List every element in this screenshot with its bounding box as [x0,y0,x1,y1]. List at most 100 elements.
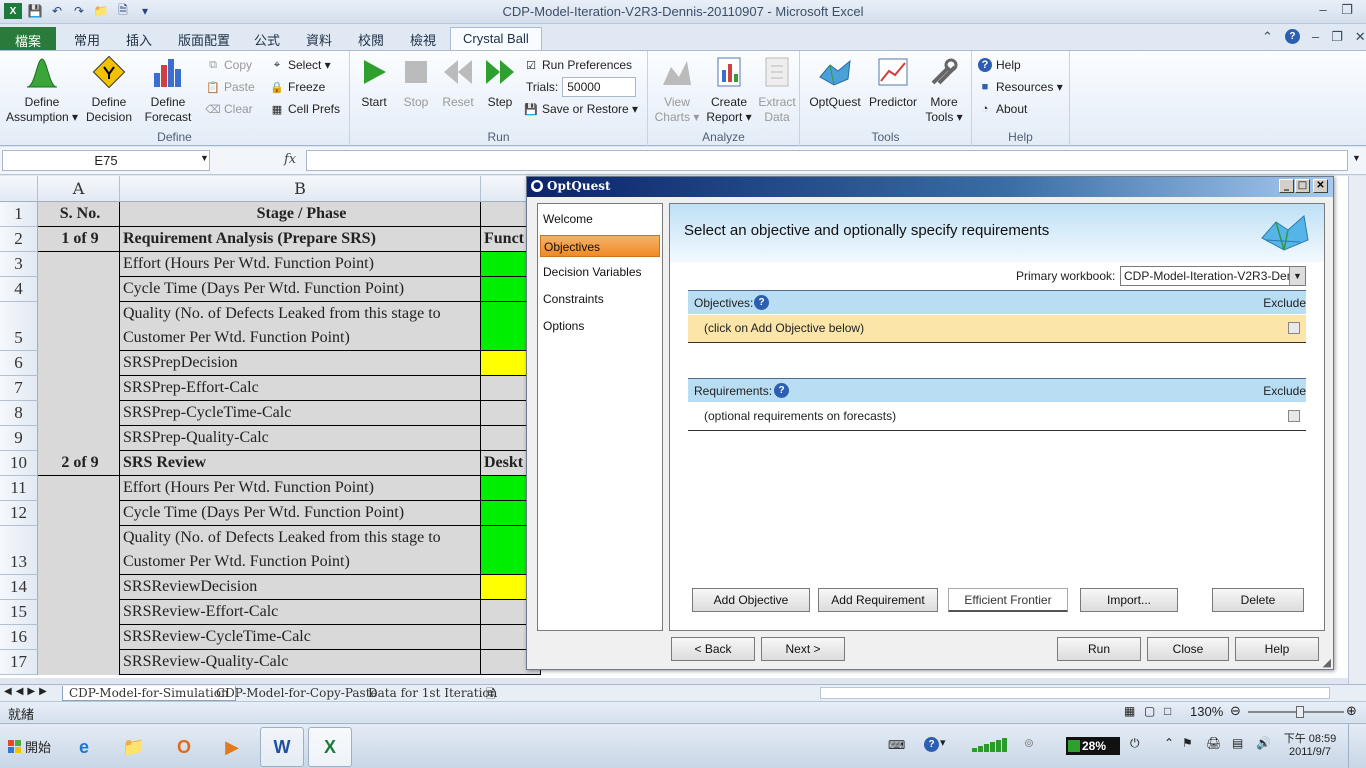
run-preferences-button[interactable]: ☑ Run Preferences [524,56,632,74]
cell-a[interactable] [38,650,120,675]
cell-a[interactable] [38,625,120,650]
keyboard-icon[interactable]: ⌨ [888,738,905,752]
wireless-icon[interactable]: ⊚ [1024,736,1034,750]
view-charts-button[interactable]: View Charts ▾ [654,55,700,125]
cell-b[interactable]: SRSPrep-CycleTime-Calc [120,401,481,426]
cell-b[interactable]: SRSPrep-Quality-Calc [120,426,481,451]
primary-workbook-select[interactable]: CDP-Model-Iteration-V2R3-Dennis- ▼ [1120,266,1306,286]
row-header[interactable]: 12 [0,501,38,526]
zoom-out-icon[interactable]: ⊖ [1230,703,1241,719]
cell-a[interactable]: S. No. [38,202,120,227]
workbook-minimize-icon[interactable]: – [1312,29,1319,45]
cell-b[interactable]: SRSReviewDecision [120,575,481,600]
nav-objectives[interactable]: Objectives [540,235,660,257]
cell-b[interactable]: SRSPrep-Effort-Calc [120,376,481,401]
word-icon[interactable]: W [260,727,304,767]
copy-button[interactable]: ⧉ Copy [206,56,252,74]
stop-button[interactable]: Stop [398,55,434,110]
signal-strength-icon[interactable] [972,738,1007,752]
objectives-help-icon[interactable]: ? [754,295,769,310]
tray-help-icon[interactable]: ? [924,737,939,752]
battery-indicator[interactable]: 28% [1066,737,1120,755]
about-button[interactable]: ◔ About [978,100,1028,118]
cell-b[interactable]: Cycle Time (Days Per Wtd. Function Point… [120,501,481,526]
expand-formula-bar-icon[interactable]: ▼ [1352,153,1361,163]
view-normal-icon[interactable]: ▦ [1124,704,1135,718]
tray-menu-icon[interactable]: ▾ [940,736,946,749]
show-hidden-icons[interactable]: ⌃ [1164,736,1174,750]
row-header[interactable]: 11 [0,476,38,501]
sheet-nav-arrows-icon[interactable]: ◀◀▶▶ [4,686,51,697]
cell-a[interactable] [38,252,120,277]
column-header-b[interactable]: B [120,176,481,202]
row-header[interactable]: 3 [0,252,38,277]
cell-a[interactable] [38,526,120,575]
cell-a[interactable] [38,426,120,451]
back-button[interactable]: < Back [671,637,755,661]
zoom-in-icon[interactable]: ⊕ [1346,703,1357,719]
cell-a[interactable]: 2 of 9 [38,451,120,476]
cell-b[interactable]: Quality (No. of Defects Leaked from this… [120,526,481,575]
requirements-exclude-checkbox[interactable] [1288,410,1300,422]
file-explorer-icon[interactable]: 📁 [112,727,156,767]
reset-button[interactable]: Reset [440,55,476,110]
tab-view[interactable]: 檢視 [398,27,448,50]
cell-a[interactable] [38,600,120,625]
ribbon-collapse-icon[interactable]: ⌃ [1262,29,1273,45]
create-report-button[interactable]: Create Report ▾ [704,55,754,125]
insert-function-icon[interactable]: fx [284,152,296,167]
cell-a[interactable] [38,302,120,351]
workbook-restore-icon[interactable]: ❐ [1331,29,1343,45]
cell-a[interactable] [38,476,120,501]
cell-a[interactable] [38,376,120,401]
formula-input[interactable] [306,150,1348,171]
delete-button[interactable]: Delete [1212,588,1304,612]
cell-b[interactable]: SRSReview-Effort-Calc [120,600,481,625]
add-objective-button[interactable]: Add Objective [692,588,810,612]
predictor-button[interactable]: Predictor [866,55,920,110]
requirements-placeholder-row[interactable]: (optional requirements on forecasts) [688,403,1306,431]
row-header[interactable]: 5 [0,302,38,351]
row-header[interactable]: 1 [0,202,38,227]
name-box[interactable]: E75 [2,150,210,171]
dialog-help-button[interactable]: Help [1235,637,1319,661]
cell-a[interactable] [38,501,120,526]
clock[interactable]: 下午 08:59 2011/9/7 [1282,730,1338,758]
zoom-slider-thumb[interactable] [1296,706,1304,718]
row-header[interactable]: 9 [0,426,38,451]
cell-b[interactable]: Quality (No. of Defects Leaked from this… [120,302,481,351]
requirements-help-icon[interactable]: ? [774,383,789,398]
cell-b[interactable]: Stage / Phase [120,202,481,227]
workbook-close-icon[interactable]: ✕ [1355,29,1366,45]
objectives-placeholder-row[interactable]: (click on Add Objective below) [688,315,1306,343]
tab-insert[interactable]: 插入 [114,27,164,50]
media-player-icon[interactable]: ▶ [210,727,254,767]
next-button[interactable]: Next > [761,637,845,661]
cell-prefs-button[interactable]: ▦ Cell Prefs [270,100,340,118]
row-header[interactable]: 17 [0,650,38,675]
view-page-layout-icon[interactable]: ▢ [1144,704,1155,718]
save-or-restore-button[interactable]: 💾 Save or Restore ▾ [524,100,638,118]
row-header[interactable]: 14 [0,575,38,600]
clear-button[interactable]: ⌫ Clear [205,100,252,118]
more-tools-button[interactable]: More Tools ▾ [924,55,964,125]
device-icon[interactable]: 🖨 [1206,736,1221,750]
show-desktop-button[interactable] [1348,724,1366,768]
step-button[interactable]: Step [482,55,518,110]
dialog-close-icon[interactable]: ✕ [1313,179,1328,193]
tab-review[interactable]: 校閱 [346,27,396,50]
cell-b[interactable]: SRS Review [120,451,481,476]
cell-b[interactable]: SRSReview-Quality-Calc [120,650,481,675]
freeze-button[interactable]: 🔒 Freeze [270,78,325,96]
run-button[interactable]: Run [1057,637,1141,661]
start-button[interactable]: 開始 [2,734,57,758]
view-page-break-icon[interactable]: □ [1164,704,1171,718]
row-header[interactable]: 7 [0,376,38,401]
import-button[interactable]: Import... [1080,588,1178,612]
tab-formulas[interactable]: 公式 [242,27,292,50]
trials-input[interactable]: 50000 [562,77,637,97]
vertical-scrollbar-track[interactable] [1348,176,1366,684]
cell-a[interactable] [38,401,120,426]
cell-b[interactable]: SRSReview-CycleTime-Calc [120,625,481,650]
volume-icon[interactable]: 🔊 [1256,736,1271,750]
